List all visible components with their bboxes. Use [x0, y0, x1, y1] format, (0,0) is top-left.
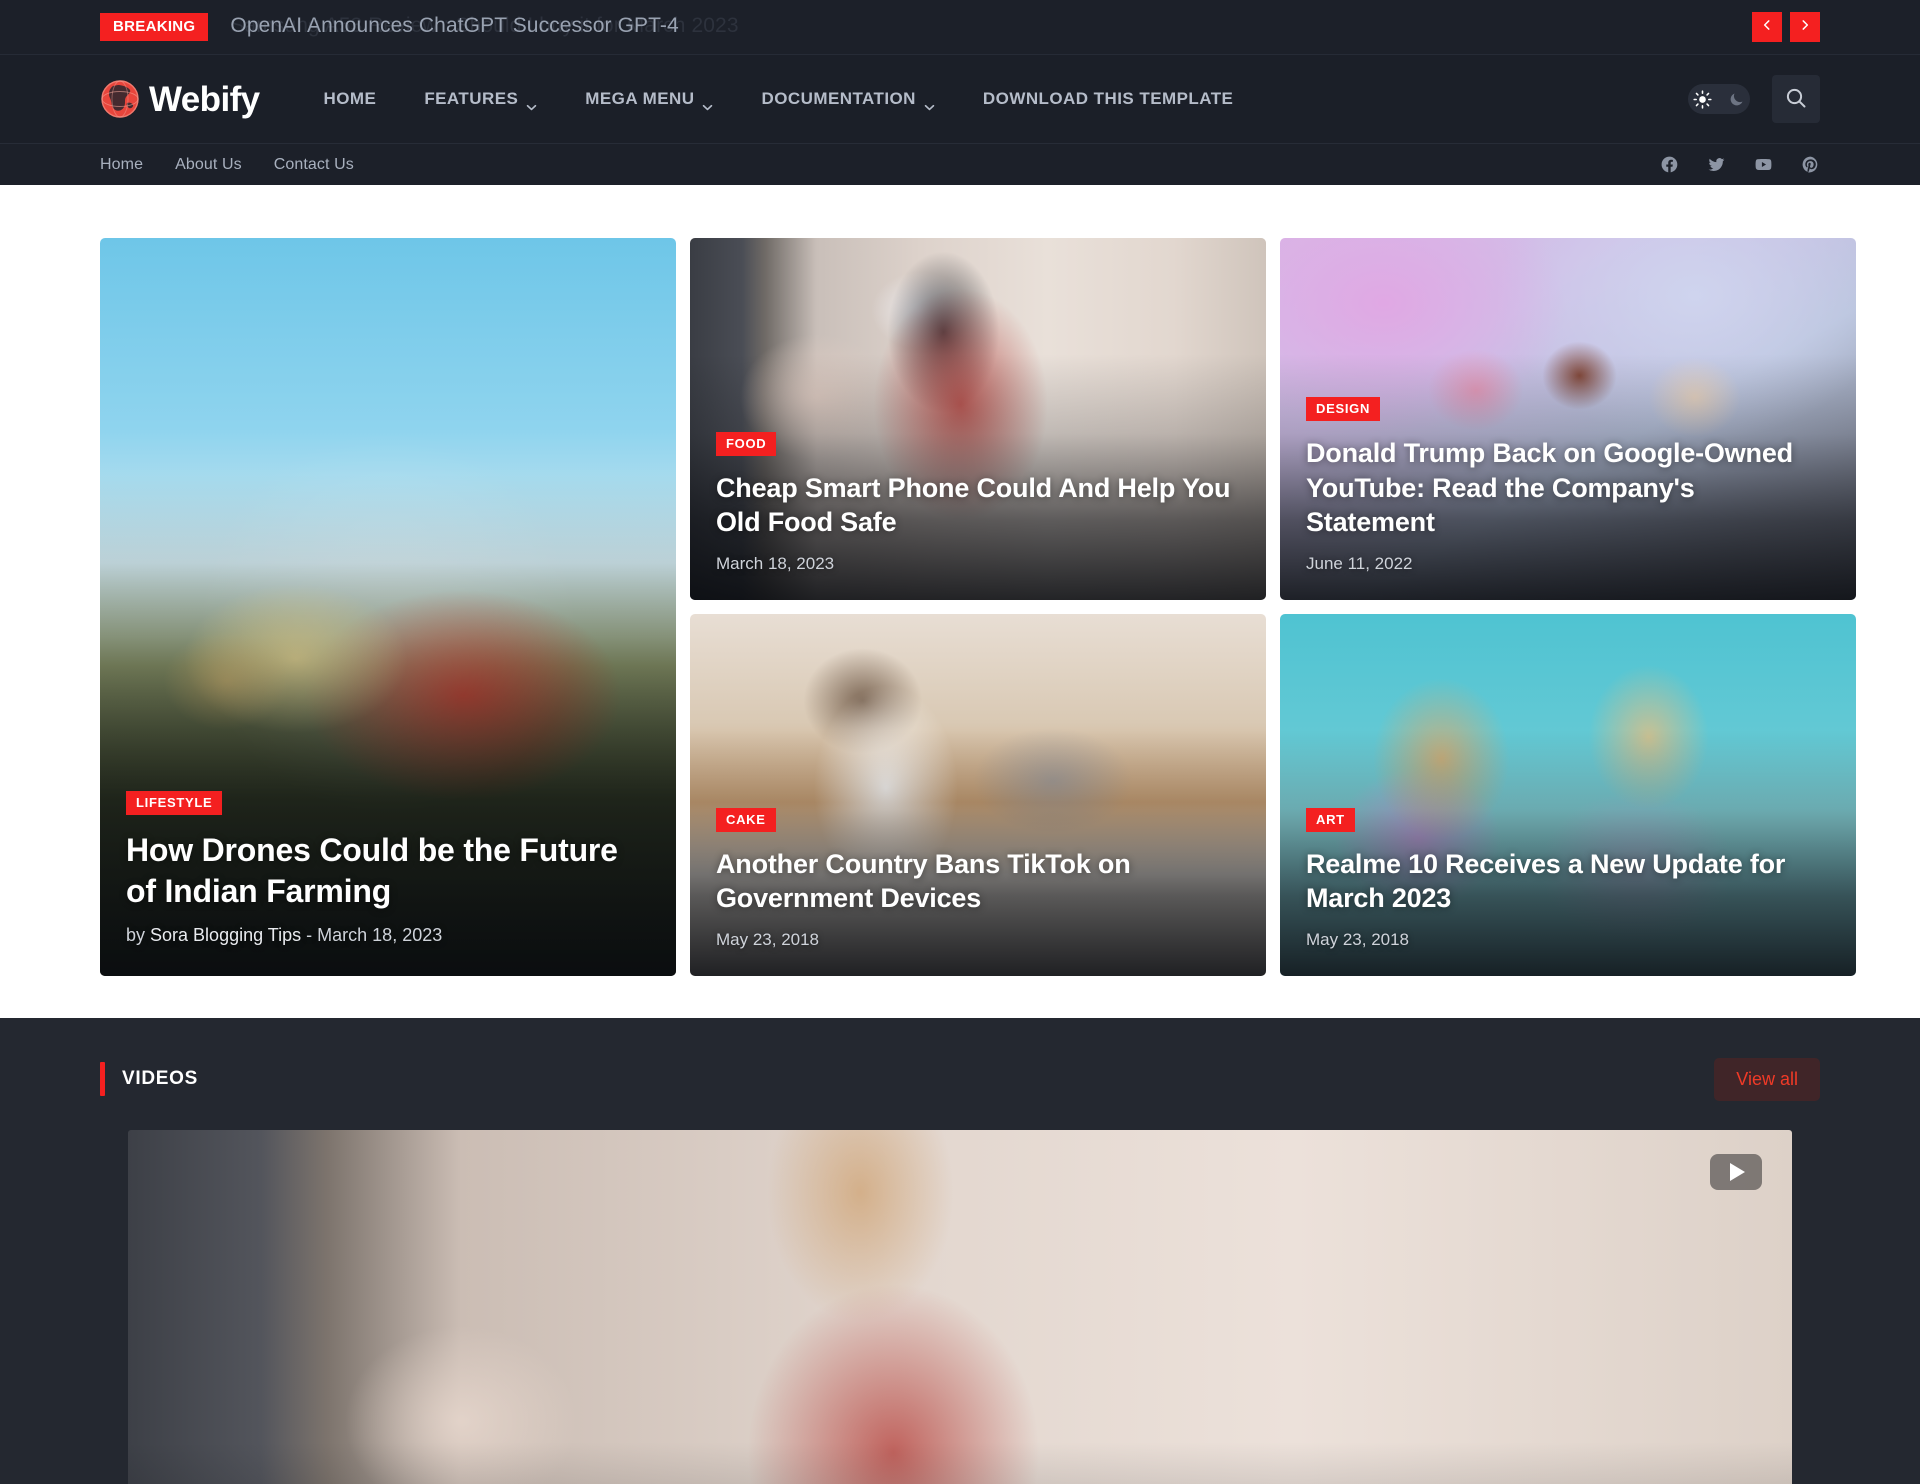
chevron-down-icon — [526, 96, 537, 110]
nav-label: DOCUMENTATION — [761, 89, 916, 108]
chevron-down-icon — [702, 96, 713, 110]
social-links — [1660, 155, 1820, 174]
facebook-icon[interactable] — [1660, 155, 1679, 174]
view-all-button[interactable]: View all — [1714, 1057, 1820, 1101]
post-date: March 18, 2023 — [317, 925, 443, 945]
featured-post-body: LIFESTYLE How Drones Could be the Future… — [100, 791, 676, 976]
breaking-news-ticker: Samsung A53 Review : Should I buy it for… — [230, 12, 1820, 42]
post-date: May 23, 2018 — [1306, 930, 1410, 949]
category-badge[interactable]: FOOD — [716, 431, 777, 456]
moon-icon — [1728, 91, 1745, 108]
header-actions — [1688, 75, 1820, 123]
search-icon — [1784, 86, 1808, 113]
post-card-design[interactable]: DESIGN Donald Trump Back on Google-Owned… — [1280, 238, 1856, 600]
search-button[interactable] — [1772, 75, 1820, 123]
category-badge[interactable]: LIFESTYLE — [126, 791, 223, 816]
post-title[interactable]: Another Country Bans TikTok on Governmen… — [716, 847, 1240, 916]
breaking-headline[interactable]: OpenAI Announces ChatGPT Successor GPT-4 — [230, 14, 678, 38]
hero-section: LIFESTYLE How Drones Could be the Future… — [0, 185, 1920, 1018]
play-icon[interactable] — [1710, 1154, 1762, 1190]
nav-label: MEGA MENU — [585, 89, 695, 108]
globe-icon — [100, 79, 140, 119]
post-card-cake[interactable]: CAKE Another Country Bans TikTok on Gove… — [690, 614, 1266, 976]
site-logo[interactable]: Webify — [100, 79, 260, 119]
meta-separator: - — [306, 925, 313, 945]
category-badge[interactable]: DESIGN — [1306, 397, 1381, 422]
subnav-item-about-us[interactable]: About Us — [175, 156, 242, 174]
nav-item-home[interactable]: HOME — [300, 89, 401, 109]
post-title[interactable]: Donald Trump Back on Google-Owned YouTub… — [1306, 436, 1830, 540]
ticker-next-button[interactable] — [1790, 12, 1820, 42]
post-card-food[interactable]: FOOD Cheap Smart Phone Could And Help Yo… — [690, 238, 1266, 600]
featured-post-card[interactable]: LIFESTYLE How Drones Could be the Future… — [100, 238, 676, 976]
site-header: Webify HOME FEATURES MEGA MENU DOCUMENTA… — [0, 55, 1920, 143]
nav-label: FEATURES — [424, 89, 519, 108]
video-player-card[interactable]: FOOD — [128, 1130, 1792, 1484]
videos-section-header: VIDEOS View all — [100, 1057, 1820, 1101]
videos-section: VIDEOS View all FOOD — [0, 1018, 1920, 1484]
post-title[interactable]: Cheap Smart Phone Could And Help You Old… — [716, 471, 1240, 540]
post-title[interactable]: How Drones Could be the Future of Indian… — [126, 830, 650, 911]
nav-item-mega-menu[interactable]: MEGA MENU — [561, 89, 737, 110]
theme-toggle[interactable] — [1688, 84, 1750, 114]
secondary-nav: Home About Us Contact Us — [0, 143, 1920, 185]
nav-item-download-this-template[interactable]: DOWNLOAD THIS TEMPLATE — [959, 89, 1257, 109]
breaking-news-nav — [1752, 12, 1820, 42]
subnav-item-home[interactable]: Home — [100, 156, 143, 174]
logo-text: Webify — [149, 79, 260, 119]
nav-item-documentation[interactable]: DOCUMENTATION — [737, 89, 958, 110]
sun-icon — [1693, 89, 1712, 109]
section-title: VIDEOS — [122, 1068, 198, 1089]
nav-item-features[interactable]: FEATURES — [400, 89, 561, 110]
breaking-badge: BREAKING — [100, 13, 209, 41]
play-triangle — [1730, 1163, 1745, 1181]
post-title[interactable]: Realme 10 Receives a New Update for Marc… — [1306, 847, 1830, 916]
chevron-left-icon — [1760, 18, 1774, 36]
post-date: May 23, 2018 — [716, 930, 820, 949]
primary-nav: HOME FEATURES MEGA MENU DOCUMENTATION DO… — [300, 89, 1258, 110]
secondary-nav-links: Home About Us Contact Us — [100, 156, 354, 174]
twitter-icon[interactable] — [1707, 155, 1726, 174]
post-card-body: ART Realme 10 Receives a New Update for … — [1280, 807, 1856, 976]
post-meta: by Sora Blogging Tips - March 18, 2023 — [126, 925, 650, 946]
post-card-body: CAKE Another Country Bans TikTok on Gove… — [690, 807, 1266, 976]
image-overlay — [128, 1130, 1792, 1484]
category-badge[interactable]: ART — [1306, 807, 1355, 832]
post-card-art[interactable]: ART Realme 10 Receives a New Update for … — [1280, 614, 1856, 976]
post-card-body: FOOD Cheap Smart Phone Could And Help Yo… — [690, 431, 1266, 600]
post-author[interactable]: Sora Blogging Tips — [150, 925, 301, 945]
nav-label: DOWNLOAD THIS TEMPLATE — [982, 89, 1234, 108]
pinterest-icon[interactable] — [1801, 155, 1820, 174]
category-badge[interactable]: CAKE — [716, 807, 776, 832]
featured-posts-grid: LIFESTYLE How Drones Could be the Future… — [100, 238, 1856, 976]
ticker-prev-button[interactable] — [1752, 12, 1782, 42]
subnav-item-contact-us[interactable]: Contact Us — [274, 156, 354, 174]
post-date: March 18, 2023 — [716, 554, 835, 573]
breaking-news-bar: BREAKING Samsung A53 Review : Should I b… — [0, 0, 1920, 55]
chevron-right-icon — [1798, 18, 1812, 36]
youtube-icon[interactable] — [1754, 155, 1773, 174]
chevron-down-icon — [924, 96, 935, 110]
by-label: by — [126, 925, 146, 945]
post-card-body: DESIGN Donald Trump Back on Google-Owned… — [1280, 397, 1856, 600]
nav-label: HOME — [323, 89, 377, 108]
section-accent-bar — [100, 1062, 105, 1096]
post-date: June 11, 2022 — [1306, 554, 1413, 573]
